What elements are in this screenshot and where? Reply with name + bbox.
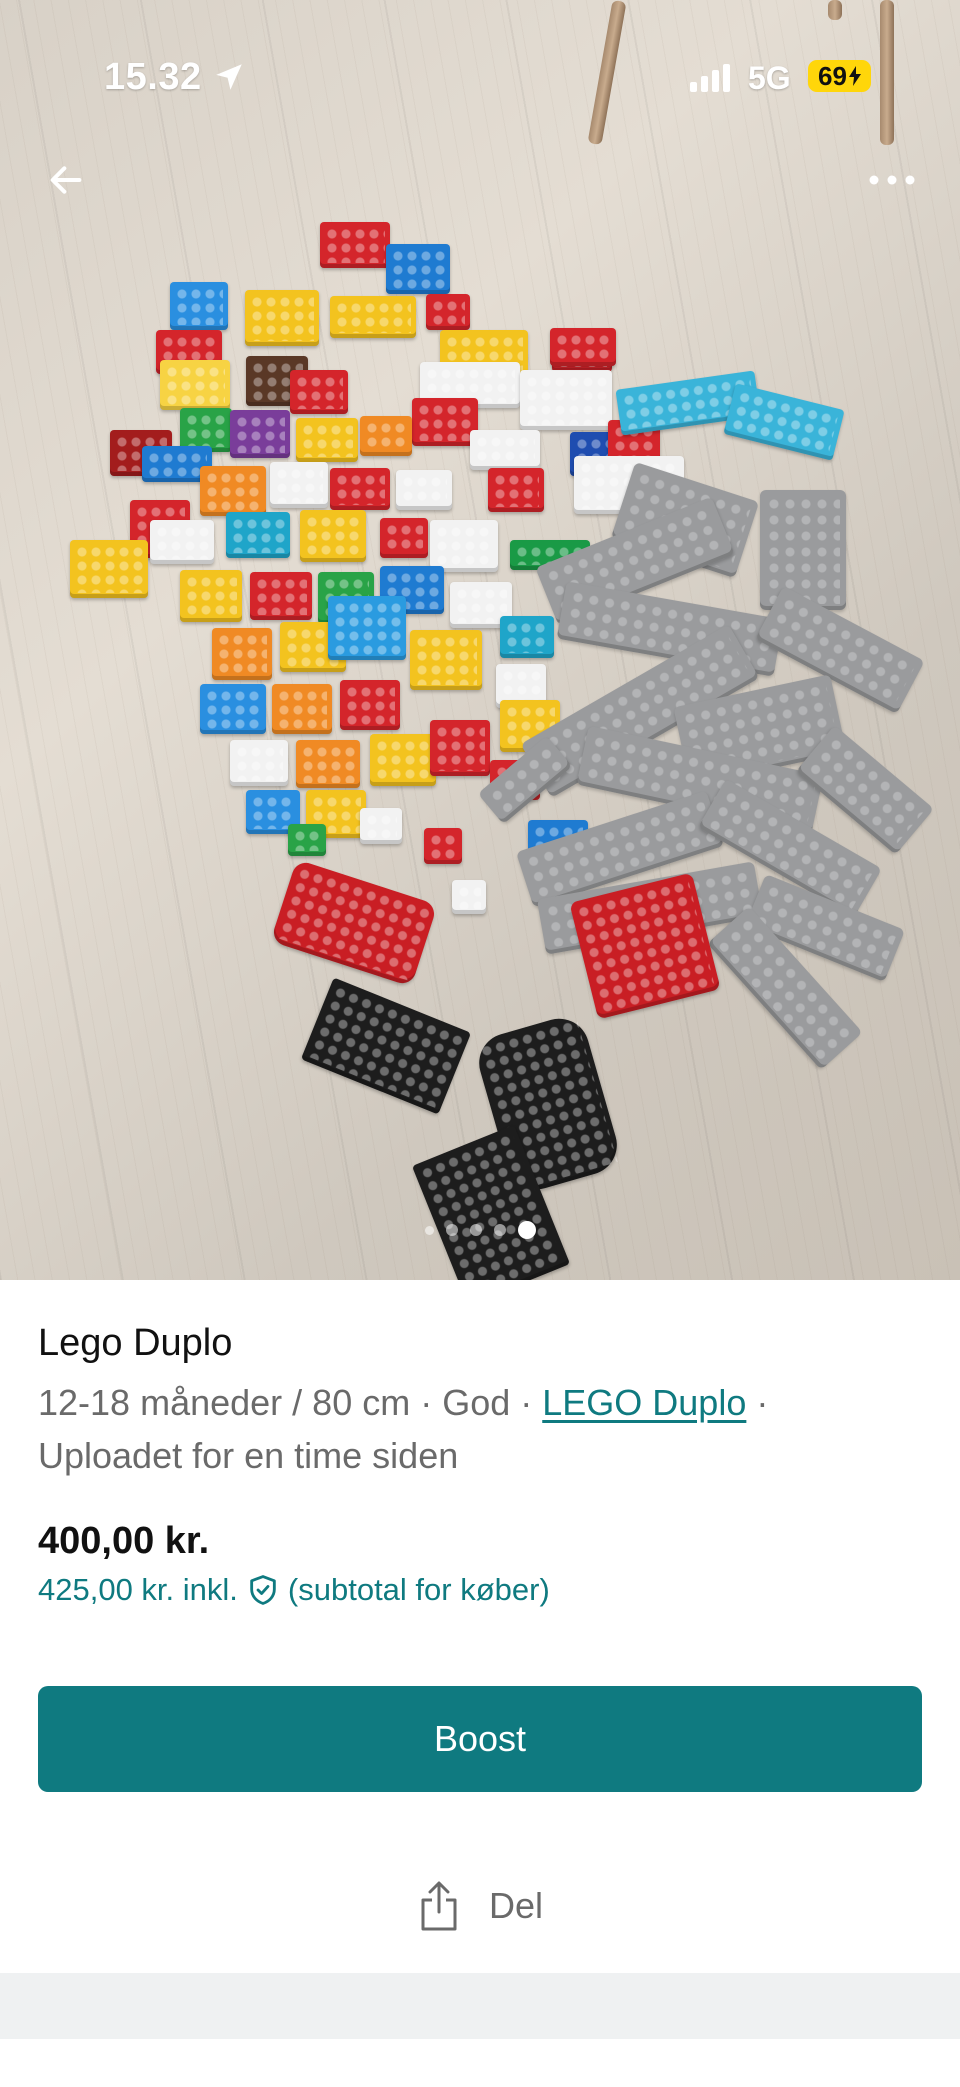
meta-separator: · (410, 1382, 443, 1423)
meta-separator: · (510, 1382, 543, 1423)
car-piece (550, 328, 616, 366)
listing-photo[interactable]: 15.32 5G 69 (0, 0, 960, 1280)
pager-dot[interactable] (493, 1224, 506, 1236)
listing-title: Lego Duplo (38, 1322, 233, 1364)
share-icon (421, 1881, 457, 1931)
meta-separator: · (746, 1382, 769, 1423)
buyer-price: 425,00 kr. inkl. (38, 1572, 238, 1607)
buyer-price-note: (subtotal for køber) (287, 1572, 550, 1607)
battery-charging-icon (848, 66, 861, 86)
status-time: 15.32 (104, 56, 202, 98)
signal-icon (690, 64, 730, 92)
bridge-piece (723, 383, 845, 461)
chair-leg (587, 0, 627, 146)
share-label: Del (488, 1885, 544, 1926)
location-arrow-icon (216, 64, 242, 90)
listing-meta: 12-18 måneder / 80 cm · God · LEGO Duplo… (38, 1376, 918, 1482)
pager-dot[interactable] (469, 1224, 482, 1236)
train-chassis (300, 977, 472, 1115)
uploaded-time: Uploadet for en time siden (38, 1435, 459, 1476)
chair-leg (880, 0, 894, 145)
more-options-button[interactable] (862, 150, 922, 210)
price: 400,00 kr. (38, 1520, 210, 1562)
battery-indicator: 69 (808, 60, 871, 92)
chair-leg (828, 0, 842, 20)
more-horizontal-icon (869, 175, 915, 185)
train-engine (270, 859, 438, 987)
arrow-left-icon (50, 166, 82, 194)
share-button[interactable]: Del (0, 1872, 960, 1940)
photo-pager[interactable] (0, 1221, 960, 1239)
pager-dot[interactable] (424, 1226, 434, 1235)
section-divider (0, 1973, 960, 2039)
pager-dot-active[interactable] (517, 1221, 536, 1239)
back-button[interactable] (36, 150, 96, 210)
battery-level: 69 (818, 60, 847, 91)
buyer-price-info[interactable]: 425,00 kr. inkl. (subtotal for køber) (38, 1572, 550, 1608)
network-label: 5G (748, 60, 791, 96)
boost-button[interactable]: Boost (38, 1686, 922, 1792)
size-label: 12-18 måneder / 80 cm (38, 1382, 411, 1423)
pager-dot[interactable] (445, 1224, 458, 1236)
condition-label: God (442, 1382, 511, 1423)
shield-check-icon[interactable] (246, 1573, 280, 1607)
brand-link[interactable]: LEGO Duplo (542, 1382, 746, 1423)
